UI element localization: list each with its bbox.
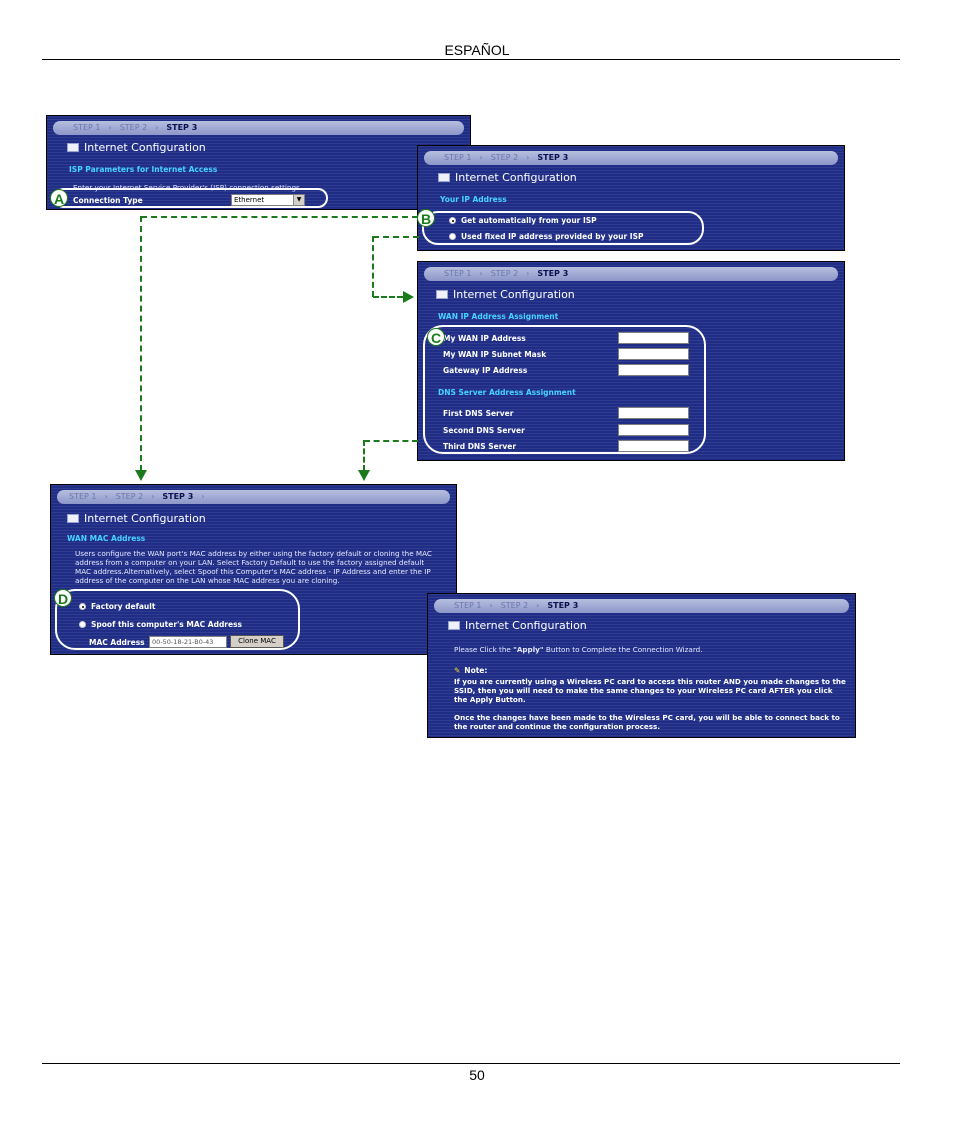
folder-icon	[438, 173, 450, 182]
step-bar: STEP 1 › STEP 2 › STEP 3 ›	[57, 490, 450, 504]
step-3-current: STEP 3	[537, 153, 569, 162]
step-2-link[interactable]: STEP 2	[491, 151, 518, 165]
step-1-link[interactable]: STEP 1	[69, 490, 96, 504]
step-2-link[interactable]: STEP 2	[491, 267, 518, 281]
section-heading: Your IP Address	[440, 195, 507, 204]
step-separator: ›	[151, 492, 155, 501]
apply-instruction-pre: Please Click the	[454, 645, 514, 654]
step-separator: ›	[536, 601, 540, 610]
callout-b-outline	[422, 211, 704, 245]
panel-complete-wizard: STEP 1 › STEP 2 › STEP 3 Internet Configurat…	[427, 593, 856, 738]
step-3-current: STEP 3	[537, 269, 569, 278]
page-number: 50	[469, 1067, 485, 1083]
folder-icon	[436, 290, 448, 299]
connector-b-to-c-horizontal	[373, 236, 419, 238]
panel-title: Internet Configuration	[436, 288, 575, 301]
connector-b-to-c-horizontal-2	[373, 296, 403, 298]
callout-a-badge: A	[50, 189, 68, 207]
step-separator: ›	[489, 601, 493, 610]
panel-title-text: Internet Configuration	[84, 141, 206, 154]
step-separator: ›	[201, 492, 205, 501]
callout-b-badge: B	[417, 209, 435, 227]
connector-c-to-d-vertical	[363, 440, 365, 471]
note-text: If you are currently using a Wireless PC…	[454, 677, 846, 704]
apply-instruction-post: Button to Complete the Connection Wizard…	[543, 645, 703, 654]
step-3-current: STEP 3	[547, 601, 579, 610]
step-bar: STEP 1 › STEP 2 › STEP 3	[424, 267, 838, 281]
step-separator: ›	[155, 123, 159, 132]
note-heading: ✎ Note:	[454, 666, 487, 675]
arrow-down-icon	[358, 470, 370, 481]
folder-icon	[67, 514, 79, 523]
step-1-link[interactable]: STEP 1	[454, 599, 481, 613]
callout-a-outline	[54, 188, 328, 208]
panel-title-text: Internet Configuration	[465, 619, 587, 632]
folder-icon	[448, 621, 460, 630]
note-hand-icon: ✎	[454, 666, 461, 675]
step-separator: ›	[526, 153, 530, 162]
apply-keyword: "Apply"	[513, 645, 544, 654]
connector-c-to-d-horizontal	[364, 440, 418, 442]
step-bar: STEP 1 › STEP 2 › STEP 3	[424, 151, 838, 165]
panel-title-text: Internet Configuration	[455, 171, 577, 184]
arrow-right-icon	[403, 291, 414, 303]
connector-b-to-c-vertical	[372, 236, 374, 297]
callout-d-badge: D	[54, 589, 72, 607]
callout-c-badge: C	[427, 328, 445, 346]
step-separator: ›	[479, 153, 483, 162]
note-label: Note:	[464, 666, 488, 675]
step-3-current: STEP 3	[166, 123, 198, 132]
arrow-down-icon	[135, 470, 147, 481]
apply-instruction: Please Click the "Apply" Button to Compl…	[454, 645, 703, 654]
note-text-2: Once the changes have been made to the W…	[454, 713, 840, 731]
step-bar: STEP 1 › STEP 2 › STEP 3	[53, 121, 464, 135]
step-2-link[interactable]: STEP 2	[120, 121, 147, 135]
page-language-header: ESPAÑOL	[444, 42, 510, 58]
step-separator: ›	[108, 123, 112, 132]
panel-title: Internet Configuration	[448, 619, 587, 632]
panel-title: Internet Configuration	[67, 512, 206, 525]
callout-d-outline	[55, 589, 300, 650]
step-1-link[interactable]: STEP 1	[444, 267, 471, 281]
step-2-link[interactable]: STEP 2	[501, 599, 528, 613]
section-heading: WAN MAC Address	[67, 534, 146, 543]
folder-icon	[67, 143, 79, 152]
connector-a-to-b-horizontal	[141, 216, 418, 218]
callout-c-outline	[423, 325, 706, 454]
panel-title-text: Internet Configuration	[84, 512, 206, 525]
panel-title: Internet Configuration	[438, 171, 577, 184]
step-2-link[interactable]: STEP 2	[116, 490, 143, 504]
footer-rule	[42, 1063, 900, 1064]
mac-description: Users configure the WAN port's MAC addre…	[75, 549, 432, 585]
connector-a-down-vertical	[140, 216, 142, 471]
step-separator: ›	[479, 269, 483, 278]
step-1-link[interactable]: STEP 1	[444, 151, 471, 165]
step-1-link[interactable]: STEP 1	[73, 121, 100, 135]
step-bar: STEP 1 › STEP 2 › STEP 3	[434, 599, 849, 613]
step-separator: ›	[104, 492, 108, 501]
panel-title-text: Internet Configuration	[453, 288, 575, 301]
header-rule	[42, 59, 900, 60]
step-3-current: STEP 3	[162, 492, 194, 501]
panel-title: Internet Configuration	[67, 141, 206, 154]
section-heading: ISP Parameters for Internet Access	[69, 165, 218, 174]
step-separator: ›	[526, 269, 530, 278]
section-heading-wan: WAN IP Address Assignment	[438, 312, 559, 321]
